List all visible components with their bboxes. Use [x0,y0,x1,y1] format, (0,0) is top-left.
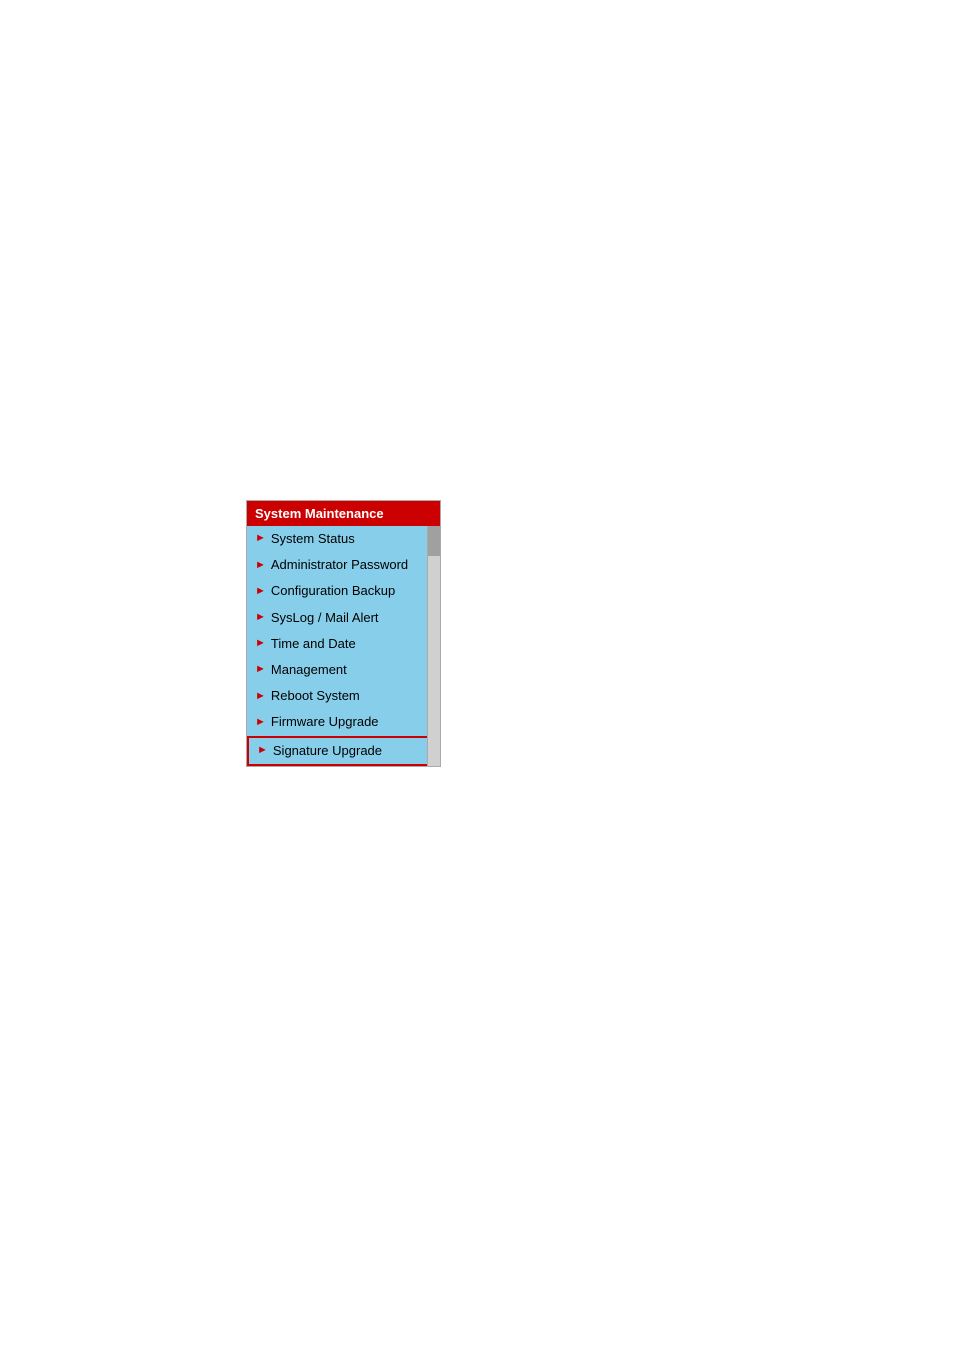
sidebar-item-label: Time and Date [271,635,356,653]
sidebar-item-reboot-system[interactable]: ► Reboot System [247,683,440,709]
sidebar-item-firmware-upgrade[interactable]: ► Firmware Upgrade [247,709,440,735]
sidebar-item-label: System Status [271,530,355,548]
arrow-icon: ► [255,610,266,625]
arrow-icon: ► [255,715,266,730]
scrollbar[interactable] [427,526,440,766]
sidebar-item-label: Firmware Upgrade [271,713,379,731]
sidebar-item-label: Reboot System [271,687,360,705]
arrow-icon: ► [255,689,266,704]
sidebar-item-label: Management [271,661,347,679]
sidebar-item-label: Signature Upgrade [273,742,382,760]
sidebar-item-label: Administrator Password [271,556,408,574]
sidebar-item-administrator-password[interactable]: ► Administrator Password [247,552,440,578]
system-maintenance-menu: System Maintenance ► System Status ► Adm… [246,500,441,767]
arrow-icon: ► [255,662,266,677]
sidebar-item-system-status[interactable]: ► System Status [247,526,440,552]
scrollbar-thumb[interactable] [428,526,440,556]
sidebar-item-time-and-date[interactable]: ► Time and Date [247,631,440,657]
sidebar-item-syslog-mail-alert[interactable]: ► SysLog / Mail Alert [247,605,440,631]
arrow-icon: ► [255,636,266,651]
arrow-icon: ► [255,531,266,546]
menu-list: ► System Status ► Administrator Password… [247,526,440,766]
menu-items-wrapper: ► System Status ► Administrator Password… [247,526,440,766]
sidebar-item-signature-upgrade[interactable]: ► Signature Upgrade [247,736,440,766]
sidebar-item-configuration-backup[interactable]: ► Configuration Backup [247,578,440,604]
arrow-icon: ► [255,584,266,599]
menu-header: System Maintenance [247,501,440,526]
arrow-icon: ► [255,558,266,573]
arrow-icon: ► [257,743,268,758]
sidebar-item-label: SysLog / Mail Alert [271,609,379,627]
sidebar-item-management[interactable]: ► Management [247,657,440,683]
sidebar-item-label: Configuration Backup [271,582,395,600]
